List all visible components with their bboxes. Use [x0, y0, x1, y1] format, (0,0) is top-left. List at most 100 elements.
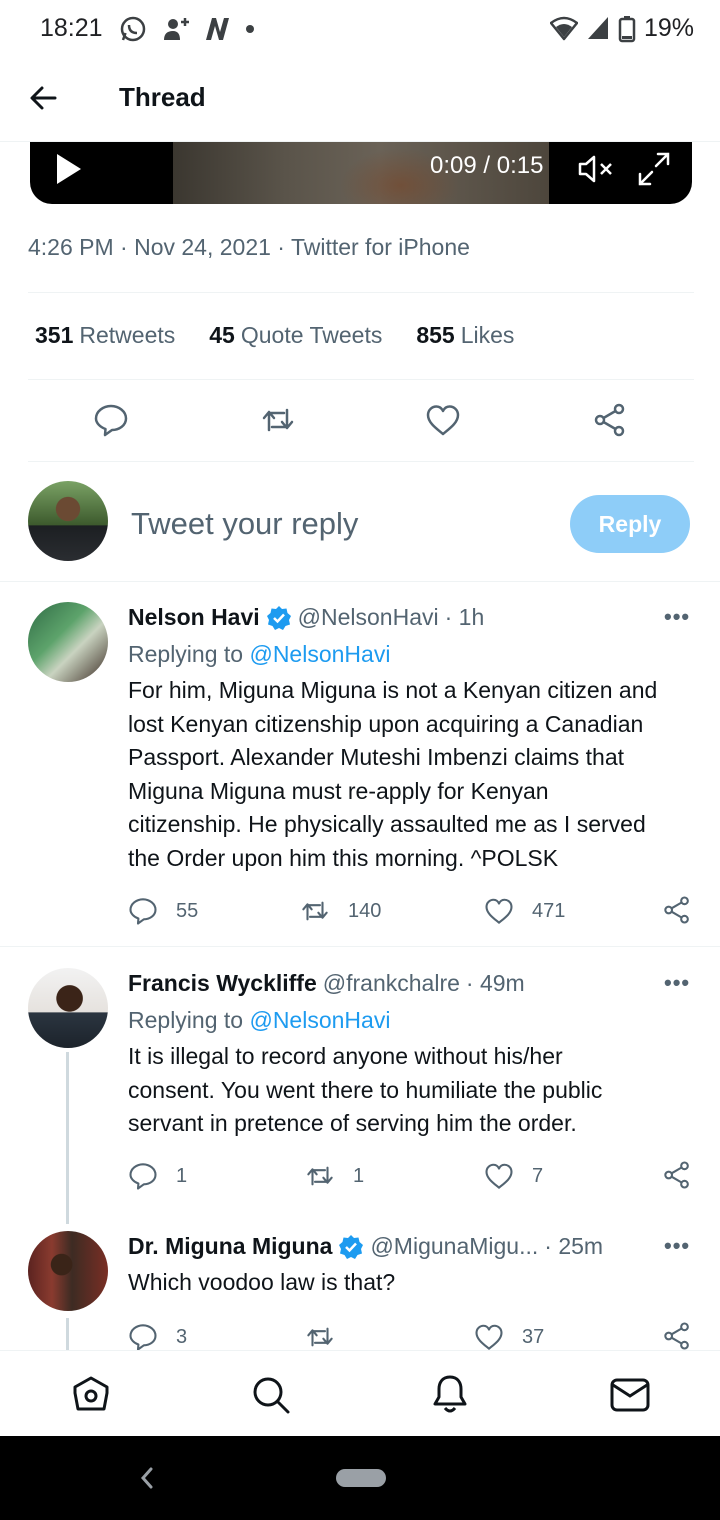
share-button[interactable] [592, 402, 628, 438]
like-count: 37 [522, 1325, 545, 1348]
author-name[interactable]: Nelson Havi [128, 604, 260, 631]
likes-count: 855 [416, 322, 455, 348]
system-back-button[interactable] [138, 1466, 156, 1490]
tweet-time: · 1h [444, 604, 485, 630]
likes-stat[interactable]: 855 Likes [416, 322, 514, 349]
play-button[interactable] [55, 152, 83, 186]
reply-submit-button[interactable]: Reply [570, 495, 690, 553]
retweets-count: 351 [35, 322, 74, 348]
share-icon [664, 896, 689, 924]
share-action[interactable] [662, 1160, 692, 1190]
reply-count: 1 [176, 1164, 188, 1187]
play-icon [57, 154, 81, 184]
whatsapp-icon [118, 14, 148, 44]
retweet-action[interactable]: 1 [305, 1161, 364, 1191]
nav-home[interactable] [72, 1375, 110, 1413]
reply-icon [94, 404, 128, 437]
battery-percent: 19% [643, 14, 694, 42]
author-handle[interactable]: @NelsonHavi [298, 604, 439, 631]
likes-label: Likes [460, 322, 515, 348]
like-count: 7 [532, 1164, 544, 1187]
reply-button[interactable] [93, 402, 129, 438]
replying-to-link[interactable]: @NelsonHavi [249, 641, 390, 667]
retweet-count: 1 [353, 1164, 365, 1187]
page-title: Thread [119, 82, 206, 112]
retweet-icon [307, 1166, 333, 1186]
reply-action[interactable]: 3 [128, 1322, 187, 1352]
dot-icon [244, 14, 256, 44]
mute-button[interactable] [577, 151, 617, 187]
nav-notifications[interactable] [431, 1373, 469, 1415]
like-icon [426, 405, 460, 436]
author-handle[interactable]: @frankchalre [323, 970, 460, 997]
news-app-icon [202, 14, 232, 44]
share-icon [664, 1161, 689, 1189]
tweet-text-line: For him, Miguna Miguna is not a Kenyan c… [128, 677, 658, 703]
author-name[interactable]: Dr. Miguna Miguna [128, 1233, 332, 1260]
replying-to-link[interactable]: @NelsonHavi [249, 1007, 390, 1033]
share-action[interactable] [662, 895, 692, 925]
contact-add-icon [160, 14, 190, 44]
reply-icon [129, 1163, 157, 1190]
reply-icon [129, 1324, 157, 1351]
reply-action[interactable]: 1 [128, 1161, 187, 1191]
retweet-action[interactable] [305, 1322, 335, 1352]
nav-messages[interactable] [610, 1377, 650, 1413]
nav-search[interactable] [251, 1375, 291, 1415]
retweet-action[interactable]: 140 [300, 896, 381, 926]
user-avatar[interactable] [28, 481, 108, 561]
divider [28, 379, 694, 380]
retweets-stat[interactable]: 351 Retweets [35, 322, 175, 349]
more-options-button[interactable]: ••• [664, 970, 690, 996]
battery-icon [618, 15, 636, 43]
author-name[interactable]: Francis Wyckliffe [128, 970, 317, 997]
system-home-pill[interactable] [336, 1469, 386, 1487]
like-action[interactable]: 7 [484, 1161, 543, 1191]
avatar[interactable] [28, 1231, 108, 1311]
notifications-icon [433, 1375, 467, 1413]
avatar[interactable] [28, 968, 108, 1048]
divider [28, 292, 694, 293]
quotes-label: Quote Tweets [240, 322, 383, 348]
tweet-time: · 49m [465, 970, 525, 996]
quote-tweets-stat[interactable]: 45 Quote Tweets [209, 322, 382, 349]
back-button[interactable] [26, 80, 62, 116]
tweet-text: For him, Miguna Miguna is not a Kenyan c… [128, 674, 657, 875]
more-options-button[interactable]: ••• [664, 604, 690, 630]
share-icon [664, 1322, 689, 1350]
share-icon [594, 403, 625, 437]
replying-prefix: Replying to [128, 1007, 244, 1033]
tweet-text-line: Passport. Alexander Muteshi Imbenzi clai… [128, 744, 625, 770]
quotes-count: 45 [209, 322, 235, 348]
back-arrow-icon [30, 86, 57, 110]
separator [0, 946, 720, 947]
author-handle[interactable]: @MigunaMigu... [370, 1233, 538, 1260]
tweet-timestamp: 4:26 PM · Nov 24, 2021 · Twitter for iPh… [28, 234, 470, 260]
reply-action[interactable]: 55 [128, 896, 198, 926]
like-button[interactable] [425, 402, 461, 438]
verified-badge-icon [339, 1234, 364, 1259]
share-action[interactable] [662, 1321, 692, 1351]
like-icon [485, 898, 513, 924]
thread-line [66, 1052, 69, 1224]
status-time: 18:21 [40, 14, 103, 42]
tweet-stats: 351 Retweets 45 Quote Tweets 855 Likes [35, 322, 514, 349]
home-icon [73, 1376, 109, 1411]
status-bar: 18:21 19% [0, 0, 720, 58]
avatar[interactable] [28, 602, 108, 682]
retweet-icon [302, 901, 328, 921]
like-action[interactable]: 37 [474, 1322, 544, 1352]
thread-line [66, 1318, 69, 1350]
tweet-text: It is illegal to record anyone without h… [128, 1040, 602, 1141]
tweet-header: Nelson Havi @NelsonHavi · 1h [128, 604, 484, 631]
like-action[interactable]: 471 [484, 896, 565, 926]
more-options-button[interactable]: ••• [664, 1233, 690, 1259]
tweet-text: Which voodoo law is that? [128, 1266, 395, 1300]
search-icon [253, 1377, 290, 1414]
video-player[interactable]: 0:09 / 0:15 [30, 142, 692, 204]
replying-prefix: Replying to [128, 641, 244, 667]
tweet-text-line: servant in pretence of serving him the o… [128, 1110, 577, 1136]
retweet-button[interactable] [260, 402, 296, 438]
reply-input[interactable]: Tweet your reply [131, 506, 358, 542]
fullscreen-button[interactable] [636, 150, 672, 188]
